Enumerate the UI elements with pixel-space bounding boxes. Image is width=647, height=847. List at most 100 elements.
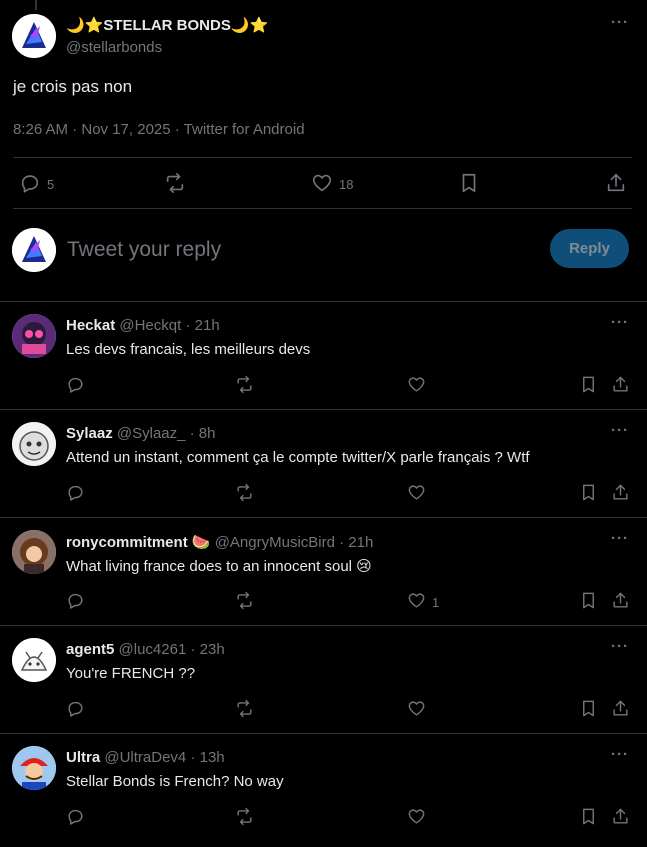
more-options-icon[interactable]: ···: [611, 530, 629, 547]
reply-tweet[interactable]: agent5 @luc4261 · 23h ··· You're FRENCH …: [0, 626, 647, 734]
like-action[interactable]: 1: [407, 591, 439, 613]
comment-icon: [66, 375, 85, 397]
retweet-action[interactable]: [235, 591, 254, 613]
comment-icon: [66, 699, 85, 721]
reply-action[interactable]: 5: [19, 172, 54, 197]
retweet-icon: [235, 483, 254, 505]
more-options-icon[interactable]: ···: [611, 638, 629, 655]
comment-icon: [19, 172, 41, 197]
more-options-icon[interactable]: ···: [611, 14, 629, 31]
display-name[interactable]: 🌙⭐STELLAR BONDS🌙⭐: [66, 16, 268, 34]
like-action[interactable]: [407, 699, 432, 721]
share-action[interactable]: [611, 591, 630, 613]
comment-icon: [66, 807, 85, 829]
bookmark-icon: [579, 375, 598, 397]
bookmark-action[interactable]: [579, 483, 598, 505]
avatar[interactable]: [12, 314, 56, 358]
reply-author-handle[interactable]: @luc4261: [119, 641, 187, 658]
retweet-action[interactable]: [235, 483, 254, 505]
reply-action[interactable]: [66, 699, 85, 721]
share-action[interactable]: [605, 172, 627, 197]
retweet-action[interactable]: [235, 375, 254, 397]
share-action[interactable]: [611, 483, 630, 505]
reply-action[interactable]: [66, 807, 85, 829]
tweet-text: je crois pas non: [13, 77, 133, 96]
reply-author-handle[interactable]: @Heckqt: [119, 317, 181, 334]
avatar[interactable]: [12, 530, 56, 574]
share-action[interactable]: [611, 807, 630, 829]
like-action[interactable]: [407, 483, 432, 505]
retweet-icon: [235, 375, 254, 397]
retweet-icon: [235, 699, 254, 721]
heart-icon: [407, 591, 426, 613]
reply-button[interactable]: Reply: [550, 229, 629, 268]
bookmark-icon: [579, 807, 598, 829]
reply-tweet[interactable]: Sylaaz @Sylaaz_ · 8h ··· Attend un insta…: [0, 410, 647, 518]
bookmark-icon: [458, 172, 480, 197]
bookmark-icon: [579, 483, 598, 505]
tweet-meta: 8:26 AM · Nov 17, 2025 · Twitter for And…: [13, 121, 305, 138]
reply-author-handle[interactable]: @Sylaaz_: [117, 425, 186, 442]
share-action[interactable]: [611, 699, 630, 721]
more-options-icon[interactable]: ···: [611, 746, 629, 763]
reply-author-handle[interactable]: @AngryMusicBird: [215, 534, 335, 551]
share-icon: [611, 699, 630, 721]
retweet-icon: [164, 172, 186, 197]
reply-time: · 21h: [185, 317, 220, 334]
divider: [13, 208, 632, 209]
avatar[interactable]: [12, 422, 56, 466]
bookmark-action[interactable]: [458, 172, 480, 197]
reply-text: What living france does to an innocent s…: [66, 558, 372, 575]
avatar[interactable]: [12, 746, 56, 790]
reply-author-name[interactable]: Heckat: [66, 317, 115, 334]
more-options-icon[interactable]: ···: [611, 422, 629, 439]
like-count: 18: [339, 177, 354, 192]
reply-count: 5: [47, 177, 55, 192]
reply-tweet[interactable]: Heckat @Heckqt · 21h ··· Les devs franca…: [0, 302, 647, 410]
reply-action[interactable]: [66, 591, 85, 613]
avatar: [12, 228, 56, 272]
heart-icon: [407, 375, 426, 397]
share-icon: [611, 807, 630, 829]
bookmark-action[interactable]: [579, 591, 598, 613]
retweet-action[interactable]: [235, 807, 254, 829]
avatar[interactable]: [12, 14, 56, 58]
like-count: 1: [432, 594, 440, 610]
reply-author-name[interactable]: Ultra: [66, 749, 100, 766]
reply-action[interactable]: [66, 375, 85, 397]
reply-tweet[interactable]: Ultra @UltraDev4 · 13h ··· Stellar Bonds…: [0, 734, 647, 842]
more-options-icon[interactable]: ···: [611, 314, 629, 331]
share-icon: [611, 375, 630, 397]
reply-tweet[interactable]: ronycommitment 🍉 @AngryMusicBird · 21h ·…: [0, 518, 647, 626]
share-icon: [611, 591, 630, 613]
reply-text: Attend un instant, comment ça le compte …: [66, 449, 530, 466]
retweet-action[interactable]: [235, 699, 254, 721]
like-action[interactable]: [407, 807, 432, 829]
divider: [13, 157, 632, 158]
share-icon: [611, 483, 630, 505]
reply-time: · 13h: [190, 749, 225, 766]
reply-author-handle[interactable]: @UltraDev4: [104, 749, 186, 766]
retweet-action[interactable]: [164, 172, 186, 197]
reply-author-name[interactable]: Sylaaz: [66, 425, 113, 442]
bookmark-icon: [579, 591, 598, 613]
reply-time: · 8h: [189, 425, 216, 442]
reply-author-name[interactable]: ronycommitment 🍉: [66, 534, 211, 551]
bookmark-action[interactable]: [579, 807, 598, 829]
reply-text: You're FRENCH ??: [66, 665, 196, 682]
thread-connector-line: [35, 0, 37, 10]
like-action[interactable]: 18: [311, 172, 353, 197]
reply-time: · 21h: [339, 534, 374, 551]
reply-author-name[interactable]: agent5: [66, 641, 114, 658]
comment-icon: [66, 591, 85, 613]
reply-action[interactable]: [66, 483, 85, 505]
bookmark-action[interactable]: [579, 375, 598, 397]
share-action[interactable]: [611, 375, 630, 397]
user-handle[interactable]: @stellarbonds: [66, 39, 162, 56]
heart-icon: [311, 172, 333, 197]
avatar[interactable]: [12, 638, 56, 682]
bookmark-action[interactable]: [579, 699, 598, 721]
heart-icon: [407, 807, 426, 829]
reply-input[interactable]: [67, 236, 487, 264]
like-action[interactable]: [407, 375, 432, 397]
